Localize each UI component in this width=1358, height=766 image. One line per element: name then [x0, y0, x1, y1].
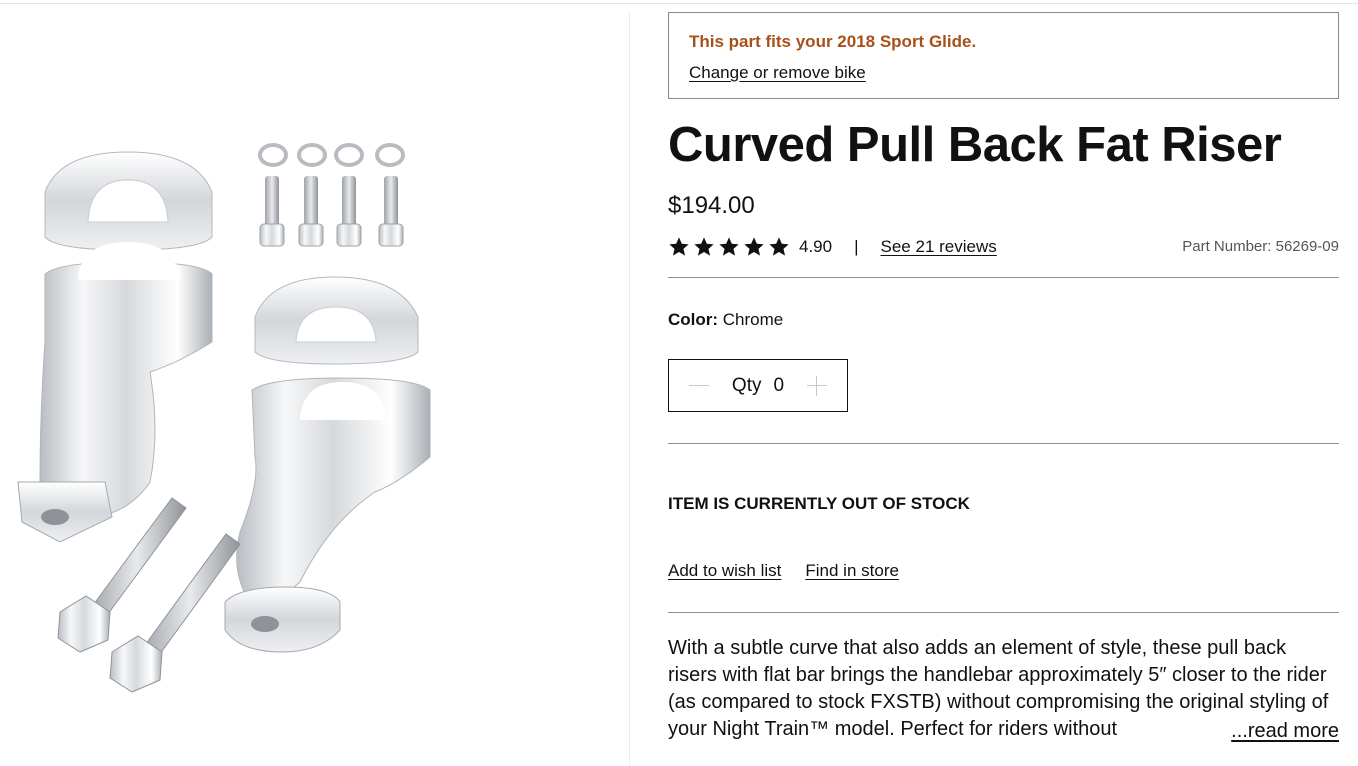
part-number: Part Number: 56269-09 [1182, 238, 1339, 255]
star-icon [744, 237, 764, 256]
color-value: Chrome [722, 310, 784, 329]
product-title: Curved Pull Back Fat Riser [668, 118, 1282, 172]
fitment-message: This part fits your 2018 Sport Glide. [689, 32, 977, 51]
product-price: $194.00 [668, 192, 755, 219]
fitment-notice: This part fits your 2018 Sport Glide. Ch… [668, 12, 1339, 99]
color-label: Color: [668, 310, 719, 329]
left-riser [17, 242, 213, 543]
change-bike-link[interactable]: Change or remove bike [689, 63, 866, 83]
star-icon [694, 237, 714, 256]
washer-set [258, 143, 405, 167]
product-details: This part fits your 2018 Sport Glide. Ch… [668, 12, 1339, 745]
add-to-wishlist-link[interactable]: Add to wish list [668, 561, 781, 581]
color-selection: Color: Chrome [668, 310, 1339, 330]
quantity-label: Qty [731, 374, 762, 396]
product-image-graphic [17, 143, 431, 693]
divider [668, 277, 1339, 278]
minus-icon[interactable] [687, 374, 711, 398]
quantity-value[interactable]: 0 [773, 375, 784, 397]
right-clamp-cap [254, 276, 419, 365]
read-more-link[interactable]: ...read more [1227, 718, 1339, 745]
stock-status: ITEM IS CURRENTLY OUT OF STOCK [668, 494, 970, 513]
quantity-stepper: Qty 0 [668, 359, 848, 412]
top-border [0, 3, 1358, 4]
star-rating [668, 236, 790, 258]
rating-row: 4.90 | See 21 reviews Part Number: 56269… [668, 235, 1339, 259]
plus-icon[interactable] [805, 374, 829, 398]
find-in-store-link[interactable]: Find in store [805, 561, 899, 581]
star-icon [669, 237, 689, 256]
see-reviews-link[interactable]: See 21 reviews [881, 237, 997, 257]
star-icon [769, 237, 789, 256]
product-actions: Add to wish list Find in store [668, 561, 1339, 581]
socket-screws [259, 176, 404, 247]
star-icon [719, 237, 739, 256]
divider [668, 612, 1339, 613]
rating-value: 4.90 [799, 237, 833, 256]
product-description: With a subtle curve that also adds an el… [668, 635, 1339, 745]
column-divider [629, 12, 630, 766]
product-image[interactable] [0, 12, 629, 766]
rating-separator: | [854, 237, 859, 256]
right-riser [224, 377, 431, 653]
left-clamp-cap [44, 151, 213, 251]
divider [668, 443, 1339, 444]
